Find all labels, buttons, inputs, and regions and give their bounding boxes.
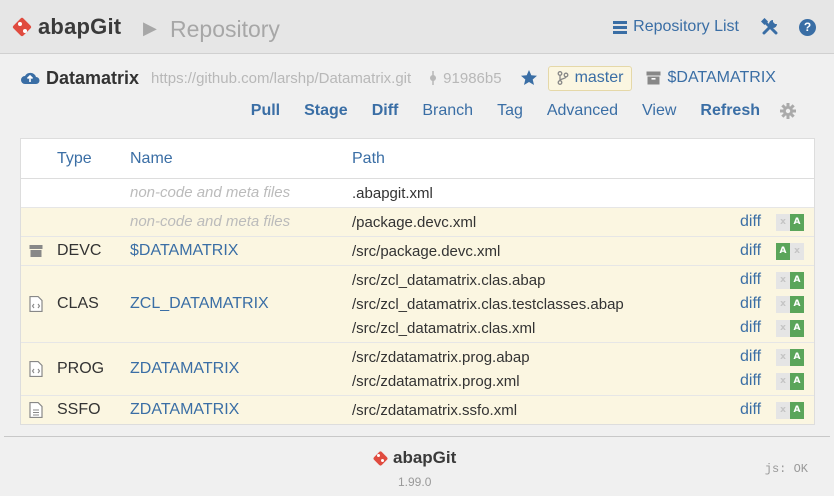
branch-badge[interactable]: master: [547, 65, 633, 91]
branch-icon: [557, 71, 569, 85]
page-arrow-icon: ▶: [143, 18, 157, 38]
file-path: /src/zcl_datamatrix.clas.abap: [352, 272, 546, 289]
app-header: abapGit ▶ Repository Repository List ?: [0, 0, 834, 54]
table-row: CLAS ZCL_DATAMATRIX /src/zcl_datamatrix.…: [21, 266, 814, 343]
view-menu[interactable]: View: [642, 102, 676, 120]
help-icon[interactable]: ?: [799, 18, 816, 36]
object-type: DEVC: [57, 242, 102, 259]
footer-divider: [4, 436, 830, 437]
diff-link[interactable]: diff: [740, 213, 761, 231]
repo-files-table: Type Name Path non-code and meta files .…: [20, 138, 815, 425]
gear-icon[interactable]: [780, 103, 796, 119]
footer-logo-text: abapGit: [393, 448, 457, 467]
object-name: non-code and meta files: [130, 184, 291, 201]
diff-link[interactable]: diff: [740, 372, 761, 390]
repository-list-label: Repository List: [633, 18, 739, 35]
object-type: CLAS: [57, 295, 99, 312]
repo-toolbar: Pull Stage Diff Branch Tag Advanced View…: [251, 102, 796, 120]
stage-button[interactable]: Stage: [304, 102, 348, 120]
pull-button[interactable]: Pull: [251, 102, 280, 120]
file-path: /src/package.devc.xml: [352, 243, 501, 260]
file-path: /src/zcl_datamatrix.clas.xml: [352, 320, 536, 337]
advanced-menu[interactable]: Advanced: [547, 102, 618, 120]
commit-icon: [430, 71, 437, 85]
page-title: Repository: [170, 16, 280, 42]
diff-link[interactable]: diff: [740, 401, 761, 419]
tools-icon[interactable]: [761, 18, 779, 36]
diff-button[interactable]: Diff: [372, 102, 399, 120]
version-label: 1.99.0: [398, 475, 432, 489]
object-name[interactable]: ZDATAMATRIX: [130, 401, 239, 419]
file-path: /src/zcl_datamatrix.clas.testclasses.aba…: [352, 296, 624, 313]
file-text-icon: [29, 402, 43, 418]
column-header-name[interactable]: Name: [130, 150, 173, 168]
diff-link[interactable]: diff: [740, 319, 761, 337]
cloud-upload-icon: [21, 72, 40, 84]
repository-list-link[interactable]: Repository List: [613, 18, 739, 36]
commit-hash[interactable]: 91986b5: [429, 69, 502, 87]
file-path: /src/zdatamatrix.ssfo.xml: [352, 402, 518, 419]
file-path: /src/zdatamatrix.prog.abap: [352, 349, 530, 366]
logo-text: abapGit: [38, 14, 122, 39]
file-status: xA: [776, 373, 804, 390]
package-icon: [646, 71, 661, 85]
diff-link[interactable]: diff: [740, 271, 761, 289]
object-type: PROG: [57, 360, 105, 377]
column-header-type[interactable]: Type: [57, 150, 92, 168]
file-status: xA: [776, 320, 804, 337]
branch-menu[interactable]: Branch: [422, 102, 473, 120]
object-name[interactable]: ZDATAMATRIX: [130, 360, 239, 378]
branch-name: master: [574, 69, 624, 86]
js-status: js: OK: [764, 462, 808, 476]
object-name: non-code and meta files: [130, 213, 291, 230]
file-status: xA: [776, 214, 804, 231]
file-path: /src/zdatamatrix.prog.xml: [352, 373, 520, 390]
repo-url[interactable]: https://github.com/larshp/Datamatrix.git: [151, 70, 411, 87]
footer-logo[interactable]: abapGit: [372, 448, 456, 468]
repo-info-bar: Datamatrix https://github.com/larshp/Dat…: [20, 65, 820, 91]
table-row: SSFO ZDATAMATRIX /src/zdatamatrix.ssfo.x…: [21, 396, 814, 424]
abapgit-logo-icon: [12, 17, 32, 37]
file-path: .abapgit.xml: [352, 185, 433, 202]
refresh-button[interactable]: Refresh: [700, 102, 760, 120]
commit-hash-text: 91986b5: [443, 69, 502, 87]
table-row: PROG ZDATAMATRIX /src/zdatamatrix.prog.a…: [21, 343, 814, 396]
package-name[interactable]: $DATAMATRIX: [667, 69, 775, 87]
star-icon[interactable]: [520, 69, 538, 87]
table-row: non-code and meta files /package.devc.xm…: [21, 208, 814, 237]
file-status: xA: [776, 296, 804, 313]
column-header-path[interactable]: Path: [352, 150, 385, 168]
list-icon: [613, 21, 628, 34]
table-row: DEVC $DATAMATRIX /src/package.devc.xml d…: [21, 237, 814, 266]
table-header: Type Name Path: [21, 139, 814, 179]
code-file-icon: [29, 361, 43, 377]
object-name[interactable]: ZCL_DATAMATRIX: [130, 295, 269, 313]
abapgit-logo-icon: [372, 450, 389, 467]
file-status: xA: [776, 349, 804, 366]
repo-name[interactable]: Datamatrix: [46, 68, 139, 89]
code-file-icon: [29, 296, 43, 312]
diff-link[interactable]: diff: [740, 242, 761, 260]
package-icon: [29, 245, 43, 257]
file-status: xA: [776, 272, 804, 289]
file-path: /package.devc.xml: [352, 214, 477, 231]
diff-link[interactable]: diff: [740, 295, 761, 313]
diff-link[interactable]: diff: [740, 348, 761, 366]
tag-menu[interactable]: Tag: [497, 102, 523, 120]
file-status: Ax: [776, 243, 804, 260]
table-row: non-code and meta files .abapgit.xml: [21, 179, 814, 208]
object-name[interactable]: $DATAMATRIX: [130, 242, 238, 260]
object-type: SSFO: [57, 401, 101, 418]
file-status: xA: [776, 402, 804, 419]
abapgit-logo[interactable]: abapGit: [12, 14, 121, 40]
